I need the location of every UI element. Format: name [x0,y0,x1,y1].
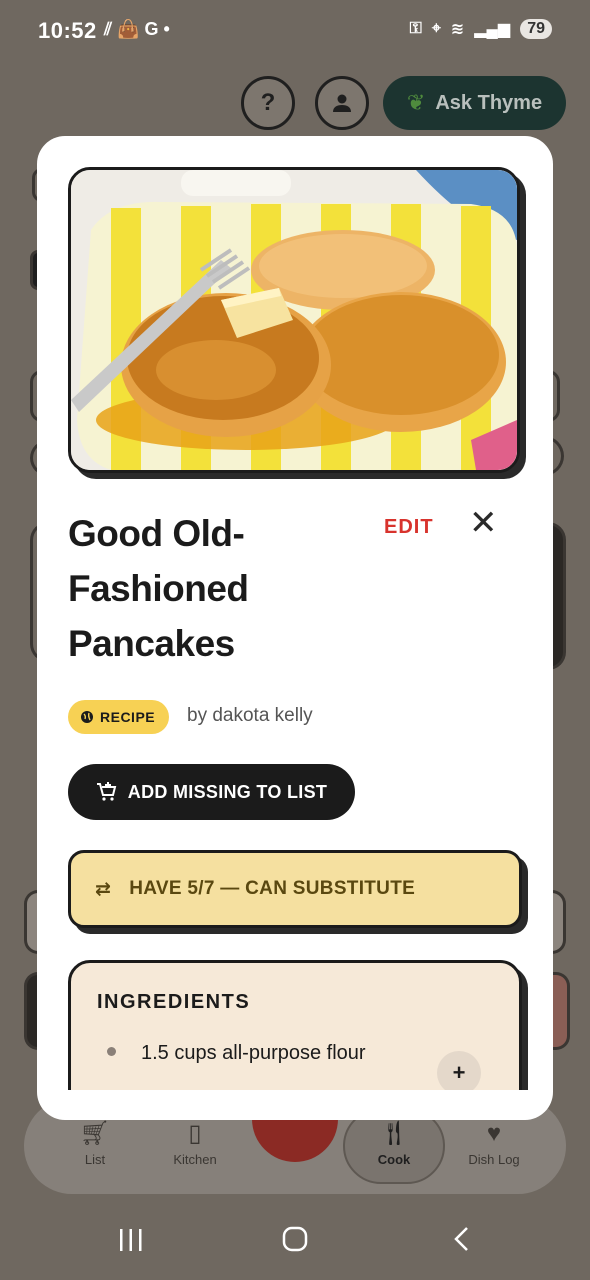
status-time: 10:52 [38,18,97,43]
edit-button[interactable]: EDIT [384,516,434,539]
pancake-illustration [71,170,517,470]
leaf-icon: ❦ [406,90,426,115]
status-bar: 10:52 ⫽ 👜 G • ⚿ ⌖ ≋ ▂▄▆ 79 [0,0,590,64]
add-missing-to-list-button[interactable]: ADD MISSING TO LIST [68,764,355,820]
help-button[interactable]: ? [241,76,295,130]
fridge-icon: ▯ [188,1120,202,1147]
ingredient-bullet [107,1047,116,1056]
cart-plus-icon [96,782,117,801]
signal-icon: ▂▄▆ [474,21,511,38]
notification-icons: ⫽ 👜 G • [104,19,170,40]
nav-kitchen[interactable]: ▯ Kitchen [150,1120,240,1167]
recent-apps-button[interactable] [118,1226,144,1260]
nav-list[interactable]: 🛒︎ List [50,1120,140,1167]
plus-icon: + [452,1060,466,1085]
back-button[interactable] [452,1226,470,1260]
system-icons: ⚿ ⌖ ≋ ▂▄▆ 79 [410,19,552,39]
have-substitute-banner[interactable]: ⇄ HAVE 5/7 — CAN SUBSTITUTE [68,850,522,928]
recipe-author: by dakota kelly [187,705,313,726]
back-icon [454,1227,468,1251]
close-button[interactable]: ✕ [469,506,498,540]
recipe-image [68,167,520,473]
add-ingredient-button[interactable]: + [437,1051,481,1090]
ingredients-title: INGREDIENTS [97,991,251,1013]
home-button[interactable] [282,1226,308,1260]
nav-dish-log-label: Dish Log [468,1152,520,1167]
recipe-modal: Good Old-Fashioned Pancakes EDIT ✕ RECIP… [37,136,553,1120]
location-icon: ⌖ [431,20,441,37]
cart-icon: 🛒︎ [79,1120,111,1147]
recipe-title: Good Old-Fashioned Pancakes [68,513,249,664]
notification-glyphs: ⫽ 👜 G • [104,19,170,39]
nav-list-label: List [84,1152,106,1167]
nav-kitchen-label: Kitchen [173,1152,217,1167]
nav-cook[interactable]: 🍴︎ Cook [349,1120,439,1167]
swap-icon: ⇄ [95,878,112,900]
help-icon: ? [260,89,276,116]
wifi-icon: ≋ [450,21,465,38]
system-nav-bar [0,1210,590,1280]
user-icon [333,94,351,112]
heart-icon: ♥ [486,1120,502,1147]
have-label: HAVE 5/7 — CAN SUBSTITUTE [129,878,416,899]
badge-label: RECIPE [100,709,156,725]
nav-dish-log[interactable]: ♥ Dish Log [449,1120,539,1167]
ingredient-text: 1.5 cups all-purpose flour [141,1042,366,1064]
key-icon: ⚿ [409,20,422,37]
close-icon: ✕ [469,504,498,542]
ingredients-card: INGREDIENTS 1.5 cups all-purpose flour + [68,960,522,1090]
nav-cook-label: Cook [377,1152,411,1167]
profile-button[interactable] [315,76,369,130]
modal-scroll-area[interactable]: Good Old-Fashioned Pancakes EDIT ✕ RECIP… [37,136,553,1090]
ask-thyme-button[interactable]: ❦ Ask Thyme [383,76,566,130]
globe-icon [81,711,93,723]
recent-apps-icon [120,1229,142,1251]
recipe-badge: RECIPE [68,700,170,734]
ask-thyme-label: Ask Thyme [435,91,543,114]
battery-indicator: 79 [520,19,552,39]
utensils-icon: 🍴︎ [378,1120,410,1147]
add-missing-label: ADD MISSING TO LIST [127,781,328,802]
home-icon [282,1226,308,1252]
